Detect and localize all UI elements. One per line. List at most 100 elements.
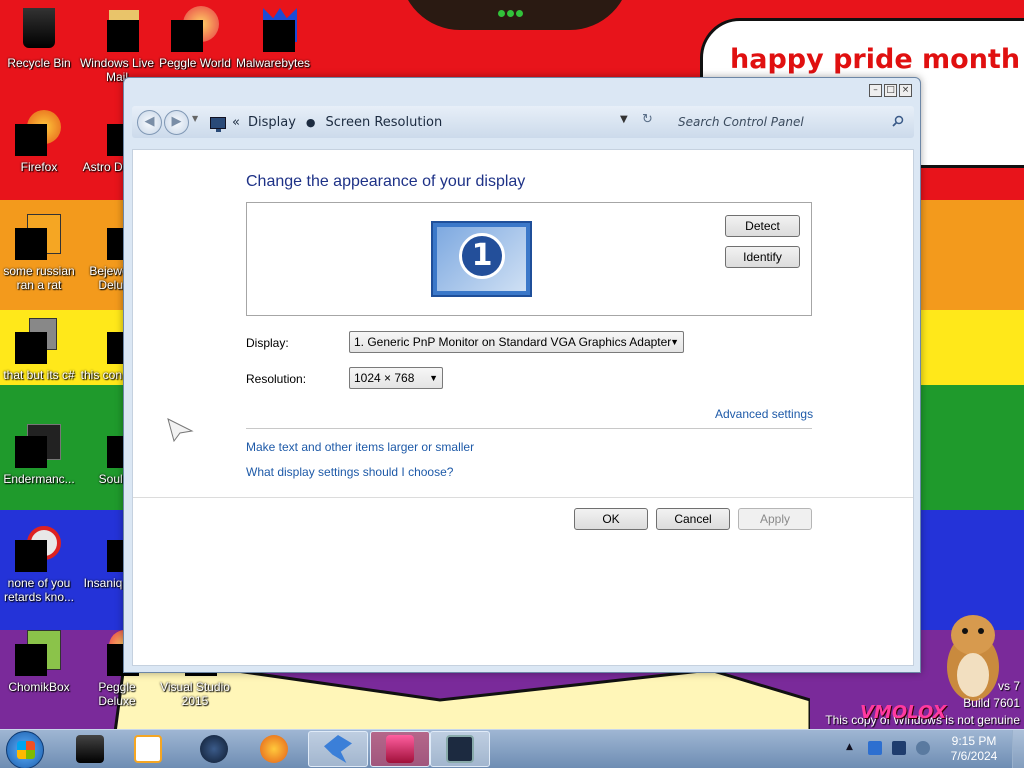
make-text-larger-link[interactable]: Make text and other items larger or smal… xyxy=(246,440,474,454)
display-select-value: 1. Generic PnP Monitor on Standard VGA G… xyxy=(354,335,672,349)
address-bar[interactable]: « Display ● Screen Resolution xyxy=(206,110,654,135)
footer-divider xyxy=(133,497,913,498)
desktop-icon-label: Endermanc... xyxy=(3,472,75,486)
maximize-button[interactable]: □ xyxy=(884,84,897,97)
desktop-icon-endermanch[interactable]: Endermanc... xyxy=(0,422,78,486)
desktop-icon-label: Recycle Bin xyxy=(7,56,71,70)
navigation-bar: ◀ ▶ ▼ « Display ● Screen Resolution ▼ ↻ … xyxy=(132,106,914,138)
taskbar-item-active[interactable] xyxy=(308,731,368,767)
desktop-icon-windows-live-mail[interactable]: Windows Live Mail xyxy=(78,6,156,84)
malwarebytes-icon xyxy=(249,6,297,52)
identify-button[interactable]: Identify xyxy=(725,246,800,268)
desktop-icon-label: Malwarebytes xyxy=(235,56,311,70)
display-label: Display: xyxy=(246,336,289,350)
windows-logo-icon xyxy=(17,741,35,759)
search-icon[interactable] xyxy=(892,115,904,127)
desktop-icon-label: that but its c# xyxy=(3,368,75,382)
monitor-app-icon xyxy=(446,735,474,763)
refresh-icon[interactable]: ↻ xyxy=(642,112,653,127)
firefox-icon xyxy=(15,110,63,156)
media-player-icon xyxy=(134,735,162,763)
peggle-world-icon xyxy=(171,6,219,52)
windows-live-mail-icon xyxy=(93,6,141,52)
show-desktop-button[interactable] xyxy=(1012,730,1024,768)
generic-app-icon xyxy=(15,214,63,260)
desktop-icon-label: Peggle Deluxe xyxy=(98,680,136,708)
control-panel-icon xyxy=(210,116,226,132)
desktop-icon-label: Peggle World xyxy=(159,56,231,70)
resolution-label: Resolution: xyxy=(246,372,307,386)
window-controls: – □ × xyxy=(869,84,912,97)
ok-button[interactable]: OK xyxy=(574,508,648,530)
bird-app-icon xyxy=(324,735,352,763)
generic-file-icon xyxy=(15,318,63,364)
taskbar-item[interactable] xyxy=(184,731,244,767)
taskbar: ▲ 9:15 PM 7/6/2024 xyxy=(0,729,1024,768)
detect-button[interactable]: Detect xyxy=(725,215,800,237)
desktop-icon-recycle-bin[interactable]: Recycle Bin xyxy=(0,6,78,70)
display-select[interactable]: 1. Generic PnP Monitor on Standard VGA G… xyxy=(349,331,684,353)
taskbar-item[interactable] xyxy=(244,731,304,767)
clock[interactable]: 9:15 PM 7/6/2024 xyxy=(942,734,1006,764)
desktop-icon-peggle-world[interactable]: Peggle World xyxy=(156,6,234,70)
chevron-down-icon: ▼ xyxy=(429,373,438,383)
wallpaper-green-dots xyxy=(498,6,528,17)
globe-app-icon xyxy=(200,735,228,763)
breadcrumb-display[interactable]: Display xyxy=(248,115,296,130)
apply-button[interactable]: Apply xyxy=(738,508,812,530)
watermark-os: vs 7 xyxy=(997,679,1020,693)
show-hidden-icons-icon[interactable]: ▲ xyxy=(846,742,853,752)
breadcrumb-separator-icon[interactable]: ● xyxy=(306,116,316,129)
taskbar-item-active[interactable] xyxy=(370,731,430,767)
system-tray: ▲ 9:15 PM 7/6/2024 xyxy=(838,730,1024,768)
minimize-button[interactable]: – xyxy=(869,84,882,97)
generic-app-icon xyxy=(15,422,63,468)
forward-button[interactable]: ▶ xyxy=(164,110,189,135)
search-input[interactable]: Search Control Panel xyxy=(666,110,910,135)
display-settings-help-link[interactable]: What display settings should I choose? xyxy=(246,465,453,479)
address-dropdown-icon[interactable]: ▼ xyxy=(620,114,628,125)
search-placeholder: Search Control Panel xyxy=(678,115,804,129)
taskbar-item-active[interactable] xyxy=(430,731,490,767)
advanced-settings-link[interactable]: Advanced settings xyxy=(715,407,813,421)
display-settings-icon xyxy=(386,735,414,763)
breadcrumb-screen-resolution[interactable]: Screen Resolution xyxy=(326,115,443,130)
resolution-select-value: 1024 × 768 xyxy=(354,371,415,385)
desktop-icon-none-of-you[interactable]: none of you retards kno... xyxy=(0,526,78,604)
desktop-icon-russian-rat[interactable]: some russian ran a rat xyxy=(0,214,78,292)
desktop-icon-label: Visual Studio 2015 xyxy=(160,680,230,708)
chevron-down-icon: ▼ xyxy=(670,337,679,347)
pride-banner-text: happy pride month xyxy=(730,44,1021,75)
screen-resolution-window: – □ × ◀ ▶ ▼ « Display ● Screen Resolutio… xyxy=(123,77,921,673)
close-button[interactable]: × xyxy=(899,84,912,97)
volume-icon[interactable] xyxy=(916,741,930,755)
desktop-icon-csharp[interactable]: that but its c# xyxy=(0,318,78,382)
start-button[interactable] xyxy=(6,731,44,768)
mouse-cursor-icon xyxy=(167,418,194,443)
network-icon[interactable] xyxy=(892,741,906,755)
desktop-icon-malwarebytes[interactable]: Malwarebytes xyxy=(234,6,312,70)
recent-pages-dropdown[interactable]: ▼ xyxy=(192,114,198,123)
desktop-icon-label: ChomikBox xyxy=(8,680,70,694)
black-app-icon xyxy=(76,735,104,763)
resolution-select[interactable]: 1024 × 768 ▼ xyxy=(349,367,443,389)
chomikbox-icon xyxy=(15,630,63,676)
firefox-taskbar-icon xyxy=(260,735,288,763)
monitor-1-graphic[interactable]: 1 xyxy=(431,221,532,297)
taskbar-item[interactable] xyxy=(60,731,120,767)
desktop-icon-firefox[interactable]: Firefox xyxy=(0,110,78,174)
breadcrumb-overflow[interactable]: « xyxy=(232,115,240,130)
tray-app-icon[interactable] xyxy=(868,741,882,755)
window-content: Change the appearance of your display 1 … xyxy=(132,149,914,666)
taskbar-item[interactable] xyxy=(118,731,178,767)
desktop-icon-chomikbox[interactable]: ChomikBox xyxy=(0,630,78,694)
divider xyxy=(246,428,812,429)
back-button[interactable]: ◀ xyxy=(137,110,162,135)
desktop-icon-label: some russian ran a rat xyxy=(3,264,75,292)
page-title: Change the appearance of your display xyxy=(246,173,526,190)
clock-time: 9:15 PM xyxy=(951,734,997,748)
vmolox-logo: VMOLOX xyxy=(860,702,947,723)
cancel-button[interactable]: Cancel xyxy=(656,508,730,530)
monitor-number-badge: 1 xyxy=(459,233,505,279)
desktop-icon-label: Firefox xyxy=(20,160,58,174)
